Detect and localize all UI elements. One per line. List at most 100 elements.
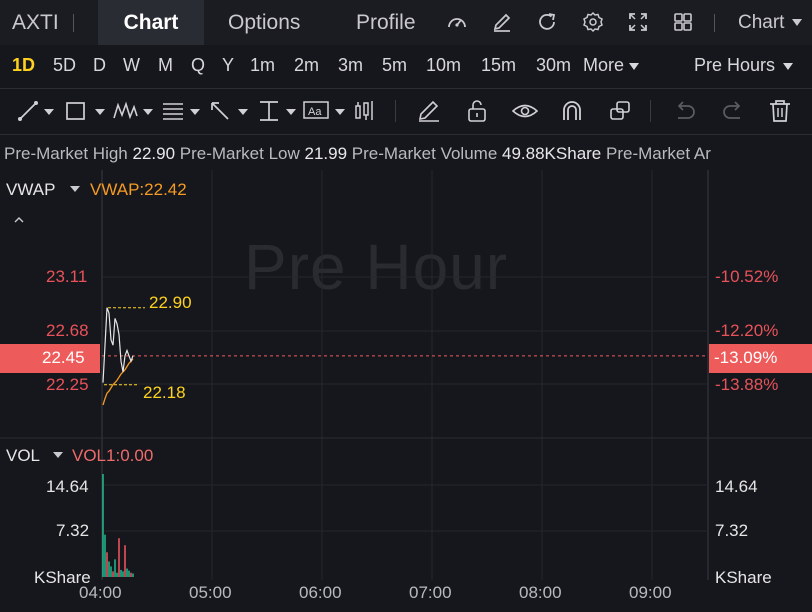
eye-icon[interactable] <box>511 98 539 124</box>
volume-bar <box>102 473 104 577</box>
divider <box>0 88 812 89</box>
layers-icon[interactable] <box>607 98 633 124</box>
tab-chart[interactable]: Chart <box>98 0 204 45</box>
refresh-icon[interactable] <box>536 11 558 33</box>
interval-5m[interactable]: 5m <box>382 55 407 76</box>
interval-30m[interactable]: 30m <box>536 55 571 76</box>
price-chart[interactable] <box>0 170 812 612</box>
tab-options[interactable]: Options <box>228 0 300 45</box>
volume-bar <box>132 573 134 577</box>
time-tick: 06:00 <box>299 583 342 602</box>
divider <box>395 100 396 122</box>
interval-1d[interactable]: 1D <box>12 55 35 76</box>
volume-bar <box>110 566 112 577</box>
chart-menu-button[interactable]: Chart <box>738 0 802 45</box>
layout-grid-icon[interactable] <box>672 11 694 33</box>
current-price-value: 22.45 <box>42 348 85 367</box>
percent-tick: -12.20% <box>715 321 779 340</box>
ticker-symbol: AXTI <box>12 11 59 34</box>
interval-2m[interactable]: 2m <box>294 55 319 76</box>
divider <box>0 134 812 135</box>
vwap-indicator-label[interactable]: VWAP <box>6 180 55 200</box>
measure-tool-icon[interactable] <box>256 98 300 124</box>
session-select[interactable]: Pre Hours <box>694 55 794 76</box>
tab-profile[interactable]: Profile <box>356 0 416 45</box>
divider <box>73 14 74 32</box>
premarket-high-value: 22.90 <box>132 144 176 163</box>
trend-line-tool-icon[interactable] <box>16 98 56 124</box>
settings-icon[interactable] <box>582 11 604 33</box>
magnet-icon[interactable] <box>559 98 585 124</box>
session-label: Pre Hours <box>694 55 776 75</box>
time-tick: 07:00 <box>409 583 452 602</box>
percent-tick: -13.88% <box>715 375 779 394</box>
premarket-volume-value: 49.88KShare <box>502 144 602 163</box>
vol-tick-left: 14.64 <box>46 477 89 496</box>
price-tick: 22.25 <box>46 375 89 394</box>
time-tick: 05:00 <box>189 583 232 602</box>
fibonacci-tool-icon[interactable] <box>160 98 204 124</box>
session-low-marker: 22.18 <box>143 383 186 402</box>
fullscreen-icon[interactable] <box>627 11 649 33</box>
caret-down-icon[interactable] <box>70 186 80 192</box>
premarket-low-value: 21.99 <box>304 144 348 163</box>
interval-1m[interactable]: 1m <box>250 55 275 76</box>
time-tick: 04:00 <box>79 583 122 602</box>
undo-icon[interactable] <box>672 98 698 124</box>
caret-down-icon <box>783 62 794 70</box>
interval-5d[interactable]: 5D <box>53 55 76 76</box>
gauge-icon[interactable] <box>446 11 468 33</box>
redo-icon[interactable] <box>720 98 746 124</box>
vwap-series-line <box>102 358 134 406</box>
vwap-indicator-value: VWAP:22.42 <box>90 180 187 199</box>
interval-w[interactable]: W <box>123 55 140 76</box>
price-tick: 23.11 <box>46 267 88 286</box>
volume-bar <box>106 552 108 577</box>
volume-bar <box>108 561 110 577</box>
interval-3m[interactable]: 3m <box>338 55 363 76</box>
vol-indicator-label[interactable]: VOL <box>6 446 40 466</box>
volume-bar <box>114 559 116 577</box>
volume-bar <box>128 570 130 577</box>
text-tool-icon[interactable]: Aa <box>302 98 350 124</box>
premarket-trailing-label: Pre-Market Ar <box>606 144 711 163</box>
volume-bar <box>126 568 128 577</box>
time-tick: 09:00 <box>629 583 672 602</box>
pencil-icon[interactable] <box>416 98 442 124</box>
candlestick-tool-icon[interactable] <box>352 98 378 124</box>
edit-icon[interactable] <box>491 11 513 33</box>
interval-y[interactable]: Y <box>222 55 234 76</box>
interval-15m[interactable]: 15m <box>481 55 516 76</box>
interval-10m[interactable]: 10m <box>426 55 461 76</box>
volume-bar <box>122 571 124 577</box>
arrow-tool-icon[interactable] <box>208 98 252 124</box>
vol-unit-right: KShare <box>715 568 772 587</box>
pattern-tool-icon[interactable] <box>112 98 156 124</box>
vol-tick-right: 7.32 <box>715 521 749 540</box>
volume-bar <box>104 534 106 577</box>
vol-indicator-value: VOL1:0.00 <box>72 446 154 465</box>
premarket-low-label: Pre-Market Low <box>179 144 300 163</box>
caret-down-icon[interactable] <box>53 452 63 458</box>
premarket-high-label: Pre-Market High <box>4 144 128 163</box>
interval-q[interactable]: Q <box>191 55 205 76</box>
volume-bar <box>116 572 118 577</box>
more-label: More <box>583 55 625 75</box>
chevron-down-icon <box>791 19 802 27</box>
rectangle-tool-icon[interactable] <box>64 98 108 124</box>
volume-bar <box>130 572 132 577</box>
more-intervals-button[interactable]: More <box>583 55 640 76</box>
vol-tick-right: 14.64 <box>715 477 758 496</box>
collapse-icon[interactable] <box>14 212 24 223</box>
volume-bar <box>120 569 122 577</box>
unlock-icon[interactable] <box>464 98 490 124</box>
volume-bar <box>112 571 114 577</box>
top-tab-bar: AXTI Chart Options Profile Chart <box>0 0 812 45</box>
premarket-volume-label: Pre-Market Volume <box>351 144 498 163</box>
premarket-info-bar: Pre-Market High 22.90 Pre-Market Low 21.… <box>4 144 711 164</box>
interval-m[interactable]: M <box>158 55 173 76</box>
session-high-marker: 22.90 <box>149 293 192 312</box>
trash-icon[interactable] <box>767 98 793 124</box>
price-series-line <box>102 307 134 383</box>
interval-d[interactable]: D <box>93 55 106 76</box>
